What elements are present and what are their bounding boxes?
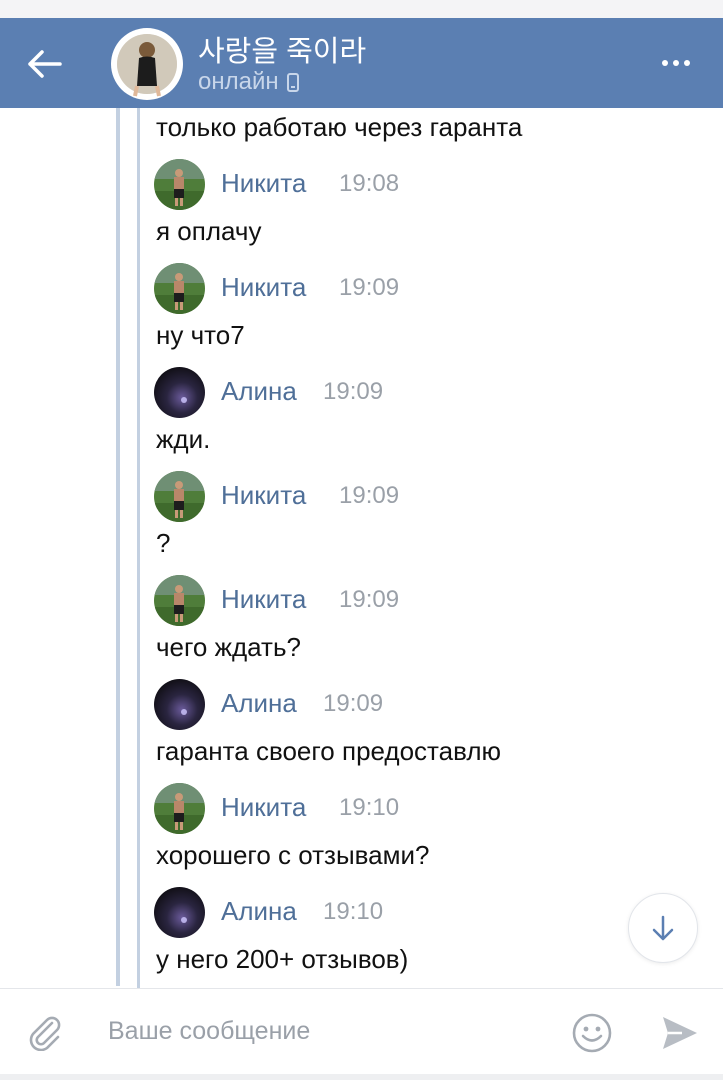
message-text: у него 200+ отзывов) — [156, 944, 409, 974]
message-thread-bar — [137, 368, 140, 472]
message-thread-bar — [137, 108, 140, 160]
author-avatar[interactable] — [154, 575, 205, 626]
avatar-photo — [117, 34, 177, 97]
scroll-to-bottom-button[interactable] — [628, 893, 698, 963]
chat-title[interactable]: 사랑을 죽이라 — [198, 28, 366, 70]
back-button[interactable] — [22, 44, 66, 84]
author-avatar[interactable] — [154, 887, 205, 938]
message-time: 19:09 — [339, 482, 400, 509]
author-avatar[interactable] — [154, 367, 205, 418]
message-time: 19:10 — [339, 794, 400, 821]
message-text: только работаю через гаранта — [156, 112, 523, 142]
author-name[interactable]: Алина — [221, 376, 297, 407]
send-icon — [663, 1017, 697, 1049]
arrow-down-icon — [652, 915, 674, 941]
message-time: 19:10 — [323, 898, 384, 925]
forwarded-thread-line — [116, 108, 120, 986]
message-composer — [0, 988, 723, 1080]
author-avatar[interactable] — [154, 783, 205, 834]
author-name[interactable]: Алина — [221, 688, 297, 719]
mobile-phone-icon — [286, 72, 299, 92]
online-status: онлайн — [198, 68, 299, 96]
paperclip-icon — [29, 1016, 61, 1051]
more-options-button[interactable] — [654, 48, 698, 78]
message-thread-bar — [137, 784, 140, 888]
message-text: гаранта своего предоставлю — [156, 736, 502, 766]
arrow-left-icon — [28, 50, 62, 78]
author-avatar[interactable] — [154, 679, 205, 730]
author-avatar[interactable] — [154, 471, 205, 522]
message-text: ну что7 — [156, 320, 245, 350]
author-name[interactable]: Никита — [221, 792, 306, 823]
message-text: чего ждать? — [156, 632, 301, 662]
message-text: я оплачу — [156, 216, 262, 246]
message-history[interactable]: только работаю через гаранта Никита 19:08 я… — [0, 108, 723, 988]
message-thread-bar — [137, 472, 140, 576]
message-time: 19:08 — [339, 170, 400, 197]
message-time: 19:09 — [339, 274, 400, 301]
message-thread-bar — [137, 888, 140, 988]
chat-header: 사랑을 죽이라 онлайн — [0, 18, 723, 108]
emoji-button[interactable] — [570, 1011, 614, 1055]
message-input[interactable] — [100, 1009, 540, 1053]
message-thread-bar — [137, 264, 140, 368]
message-text: ? — [156, 528, 171, 558]
message-time: 19:09 — [323, 378, 384, 405]
message-time: 19:09 — [323, 690, 384, 717]
chat-avatar[interactable] — [111, 28, 183, 100]
author-name[interactable]: Никита — [221, 584, 306, 615]
more-dots-icon — [662, 60, 668, 66]
attach-button[interactable] — [22, 1009, 66, 1053]
status-bar-strip — [0, 0, 723, 18]
author-name[interactable]: Никита — [221, 168, 306, 199]
message-thread-bar — [137, 576, 140, 680]
smiley-icon — [572, 1013, 612, 1053]
author-avatar[interactable] — [154, 263, 205, 314]
author-avatar[interactable] — [154, 159, 205, 210]
author-name[interactable]: Алина — [221, 896, 297, 927]
online-status-text: онлайн — [198, 68, 279, 95]
message-thread-bar — [137, 160, 140, 264]
message-text: жди. — [156, 424, 211, 454]
send-button[interactable] — [656, 1011, 704, 1055]
home-indicator-strip — [0, 1074, 723, 1080]
message-time: 19:09 — [339, 586, 400, 613]
author-name[interactable]: Никита — [221, 480, 306, 511]
author-name[interactable]: Никита — [221, 272, 306, 303]
message-thread-bar — [137, 680, 140, 784]
message-text: хорошего с отзывами? — [156, 840, 430, 870]
